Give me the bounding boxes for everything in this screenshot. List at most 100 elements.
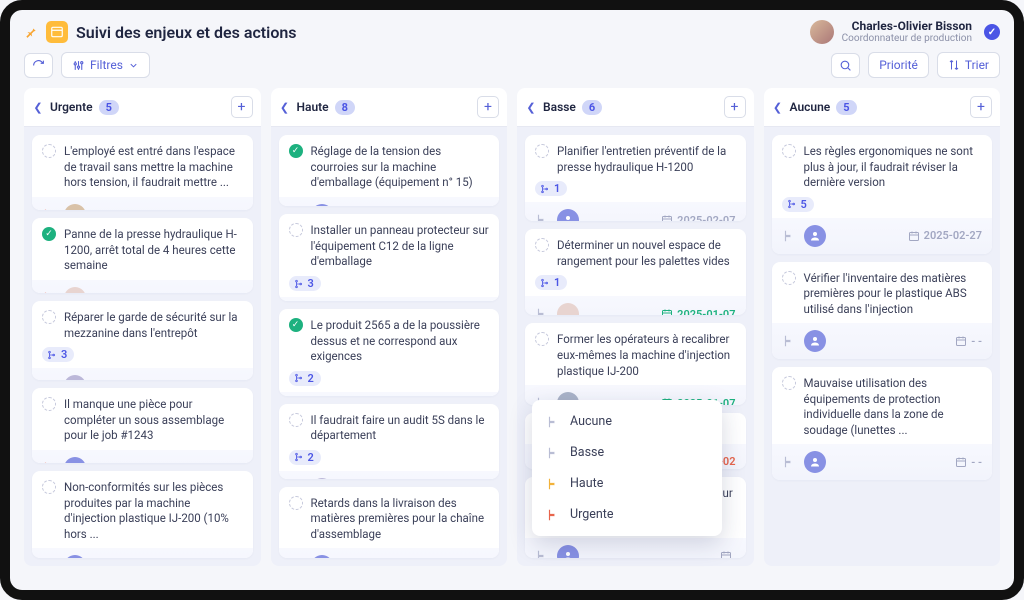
card[interactable]: ✓Panne de la presse hydraulique H-1200, …: [32, 218, 253, 293]
sort-button[interactable]: Trier: [937, 52, 1000, 78]
priority-flag-icon[interactable]: [535, 213, 549, 221]
chevron-left-icon[interactable]: ❮: [772, 101, 784, 114]
card[interactable]: Mauvaise utilisation des équipements de …: [772, 367, 993, 480]
status-icon[interactable]: [289, 496, 303, 510]
assignee-avatar[interactable]: [804, 225, 826, 247]
status-icon[interactable]: ✓: [289, 318, 303, 332]
card[interactable]: Installer un panneau protecteur sur l'éq…: [279, 214, 500, 301]
card[interactable]: Il faudrait faire un audit 5S dans le dé…: [279, 404, 500, 479]
card[interactable]: Réparer le garde de sécurité sur la mezz…: [32, 301, 253, 380]
assignee-avatar[interactable]: [804, 330, 826, 352]
priority-flag-icon[interactable]: [782, 334, 796, 348]
due-date[interactable]: 2025-01-03: [168, 380, 242, 381]
status-icon[interactable]: [42, 480, 56, 494]
priority-flag-icon[interactable]: [535, 549, 549, 558]
status-icon[interactable]: [42, 310, 56, 324]
card[interactable]: Vérifier l'inventaire des matières premi…: [772, 262, 993, 360]
card[interactable]: ✓Le produit 2565 a de la poussière dessu…: [279, 309, 500, 396]
subtask-count: 5: [782, 197, 814, 212]
card[interactable]: Planifier l'entretien préventif de la pr…: [525, 135, 746, 221]
due-date[interactable]: 2025-02-07: [661, 214, 735, 222]
pin-icon[interactable]: [24, 25, 38, 39]
status-icon[interactable]: [42, 144, 56, 158]
priority-flag-icon[interactable]: [782, 455, 796, 469]
priority-flag-icon[interactable]: [42, 291, 56, 293]
card[interactable]: ✓ Réglage de la tension des courroies sur…: [279, 135, 500, 206]
status-icon[interactable]: [42, 397, 56, 411]
card[interactable]: Déterminer un nouvel espace de rangement…: [525, 229, 746, 315]
status-icon[interactable]: ✓: [289, 144, 303, 158]
status-icon[interactable]: [782, 376, 796, 390]
priority-option[interactable]: Haute: [532, 468, 722, 499]
flag-icon: [546, 415, 560, 429]
flag-icon: [546, 446, 560, 460]
priority-flag-icon[interactable]: [42, 461, 56, 463]
priority-option[interactable]: Aucune: [532, 406, 722, 437]
card[interactable]: Retards dans la livraison des matières p…: [279, 487, 500, 558]
assignee-avatar[interactable]: [311, 555, 333, 558]
due-date[interactable]: 2025-01-06: [168, 291, 242, 293]
card[interactable]: Il manque une pièce pour compléter un so…: [32, 388, 253, 463]
add-card-button[interactable]: +: [477, 96, 499, 118]
status-icon[interactable]: ✓: [42, 227, 56, 241]
card[interactable]: L'employé est entré dans l'espace de tra…: [32, 135, 253, 210]
priority-popover[interactable]: AucuneBasseHauteUrgente: [532, 400, 722, 536]
chevron-left-icon[interactable]: ❮: [32, 101, 44, 114]
refresh-button[interactable]: [24, 53, 53, 78]
due-date[interactable]: - -: [955, 456, 982, 469]
status-icon[interactable]: [289, 413, 303, 427]
assignee-avatar[interactable]: [557, 303, 579, 315]
card[interactable]: Les règles ergonomiques ne sont plus à j…: [772, 135, 993, 254]
user-avatar: [810, 20, 834, 44]
chevron-left-icon[interactable]: ❮: [525, 101, 537, 114]
assignee-avatar[interactable]: [64, 555, 86, 558]
status-icon[interactable]: [535, 238, 549, 252]
priority-option[interactable]: Urgente: [532, 499, 722, 530]
status-icon[interactable]: [782, 144, 796, 158]
priority-flag-icon[interactable]: [42, 379, 56, 380]
add-card-button[interactable]: +: [724, 96, 746, 118]
assignee-avatar[interactable]: [311, 478, 333, 479]
chevron-left-icon[interactable]: ❮: [279, 101, 291, 114]
status-icon[interactable]: [289, 223, 303, 237]
priority-flag-icon[interactable]: [782, 229, 796, 243]
due-date[interactable]: - -: [216, 461, 243, 463]
status-icon[interactable]: [535, 332, 549, 346]
assignee-avatar[interactable]: [64, 204, 86, 210]
due-date[interactable]: [720, 550, 736, 558]
user-block[interactable]: Charles-Olivier Bisson Coordonnateur de …: [810, 20, 1000, 44]
kanban-board: ❮ Urgente 5 + L'employé est entré dans l'esp…: [10, 88, 1014, 580]
assignee-avatar[interactable]: [64, 287, 86, 293]
card[interactable]: Non-conformités sur les pièces produites…: [32, 471, 253, 558]
assignee-avatar[interactable]: [804, 451, 826, 473]
priority-flag-icon[interactable]: [42, 208, 56, 210]
card[interactable]: Former les opérateurs à recalibrer eux-m…: [525, 323, 746, 405]
assignee-avatar[interactable]: [64, 457, 86, 463]
add-card-button[interactable]: +: [231, 96, 253, 118]
user-name: Charles-Olivier Bisson: [842, 20, 972, 33]
search-button[interactable]: [831, 53, 860, 78]
card-title: Réglage de la tension des courroies sur …: [311, 144, 490, 191]
column-header: ❮Basse6+: [517, 88, 754, 127]
priority-option[interactable]: Basse: [532, 437, 722, 468]
due-date[interactable]: 2025-01-07: [168, 208, 242, 210]
status-icon[interactable]: [535, 144, 549, 158]
due-date[interactable]: 2025-01-07: [661, 308, 735, 316]
search-icon: [839, 59, 852, 72]
status-icon[interactable]: [782, 271, 796, 285]
priority-flag-icon[interactable]: [535, 307, 549, 315]
card-title: Les règles ergonomiques ne sont plus à j…: [804, 144, 983, 191]
card-title: Former les opérateurs à recalibrer eux-m…: [557, 332, 736, 379]
assignee-avatar[interactable]: [557, 209, 579, 221]
card-title: Non-conformités sur les pièces produites…: [64, 480, 243, 542]
due-date[interactable]: 2025-02-27: [908, 229, 982, 242]
assignee-avatar[interactable]: [64, 375, 86, 380]
due-date[interactable]: - -: [955, 335, 982, 348]
filters-button[interactable]: Filtres: [61, 52, 150, 78]
groupby-button[interactable]: Priorité: [868, 52, 929, 78]
assignee-avatar[interactable]: [311, 204, 333, 207]
add-card-button[interactable]: +: [970, 96, 992, 118]
assignee-avatar[interactable]: [557, 545, 579, 558]
filter-icon: [72, 59, 85, 72]
titlebar: Suivi des enjeux et des actions Charles-…: [10, 10, 1014, 50]
